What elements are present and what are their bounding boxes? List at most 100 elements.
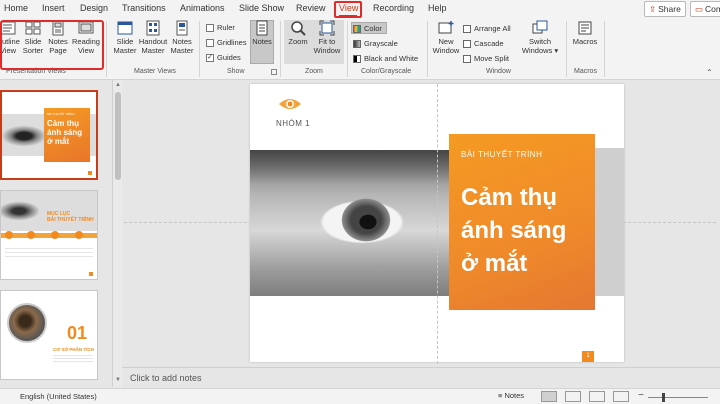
arrange-all-icon	[463, 24, 471, 33]
thumb3-subtitle: CƠ SỞ PHÂN TÍCH	[53, 347, 94, 352]
scrollbar-thumb[interactable]	[115, 92, 121, 180]
slideshow-view-icon[interactable]	[613, 391, 629, 402]
title-box[interactable]: BÀI THUYẾT TRÌNH Cảm thụ ánh sáng ở mắt	[449, 134, 595, 310]
notes-master-button[interactable]: Notes Master	[169, 20, 195, 55]
move-split-label: Move Split	[474, 54, 510, 63]
share-button[interactable]: ⇪ Share	[644, 1, 686, 17]
guides-check-box[interactable]: ✓	[206, 53, 214, 62]
ruler-check-box[interactable]	[206, 23, 214, 32]
notes-pane[interactable]: Click to add notes	[122, 367, 720, 387]
grayscale-label: Grayscale	[364, 39, 398, 48]
thumb1-title: Cảm thụ ánh sáng ở mắt	[47, 119, 83, 146]
slide-sorter-view-icon[interactable]	[565, 391, 581, 402]
tab-insert[interactable]: Insert	[42, 3, 65, 13]
guides-checkbox[interactable]: ✓ Guides	[206, 53, 241, 62]
color-label: Color	[364, 24, 382, 33]
thumbnails-scrollbar[interactable]: ▲ ▼	[112, 80, 122, 387]
gray-band	[595, 148, 624, 296]
switch-windows-button[interactable]: Switch Windows ▾	[520, 20, 560, 55]
tab-animations[interactable]: Animations	[180, 3, 225, 13]
color-grayscale-group-label: Color/Grayscale	[361, 68, 412, 75]
macros-label: Macros	[572, 37, 598, 46]
black-white-icon	[353, 54, 361, 63]
thumb3-section-number: 01	[67, 323, 88, 343]
magnifier-icon	[291, 21, 306, 36]
ribbon-tabs: Home Insert Design Transitions Animation…	[0, 0, 720, 18]
notes-toggle-button[interactable]: Notes	[250, 20, 274, 47]
thumb1-page-marker	[88, 171, 92, 175]
tab-home[interactable]: Home	[4, 3, 28, 13]
tab-review[interactable]: Review	[296, 3, 326, 13]
group-name[interactable]: NHÓM 1	[276, 119, 310, 128]
gridlines-label: Gridlines	[217, 38, 247, 47]
ribbon-separator	[566, 21, 567, 77]
color-icon	[353, 24, 361, 33]
thumbnail-slide-1[interactable]: BÀI THUYẾT TRÌNH Cảm thụ ánh sáng ở mắt	[0, 90, 98, 180]
scroll-down-icon[interactable]: ▼	[115, 377, 121, 383]
master-views-group-label: Master Views	[134, 68, 176, 75]
color-button[interactable]: Color	[353, 24, 382, 33]
slide-page-number-box: 1	[582, 351, 594, 362]
macros-group-label: Macros	[574, 68, 597, 75]
ribbon-separator	[347, 21, 348, 77]
zoom-out-icon[interactable]: −	[638, 390, 644, 401]
tab-transitions[interactable]: Transitions	[122, 3, 166, 13]
zoom-button[interactable]: Zoom	[285, 20, 311, 47]
tab-design[interactable]: Design	[80, 3, 108, 13]
zoom-slider-knob[interactable]	[662, 393, 665, 402]
switch-windows-icon	[532, 20, 548, 34]
black-and-white-button[interactable]: Black and White	[353, 54, 418, 63]
notes-placeholder[interactable]: Click to add notes	[130, 373, 202, 383]
ribbon-separator	[199, 21, 200, 77]
tab-recording[interactable]: Recording	[373, 3, 414, 13]
fit-to-window-button[interactable]: Fit to Window	[311, 20, 343, 55]
thumb2-circle-3	[51, 231, 59, 239]
eye-logo-icon	[279, 99, 301, 109]
zoom-group-label: Zoom	[305, 68, 323, 75]
gridlines-checkbox[interactable]: Gridlines	[206, 38, 247, 47]
ruler-checkbox[interactable]: Ruler	[206, 23, 235, 32]
grayscale-icon	[353, 39, 361, 48]
show-dialog-launcher-icon[interactable]	[271, 69, 277, 75]
comments-button[interactable]: ▭ Com	[690, 1, 720, 17]
arrange-all-button[interactable]: Arrange All	[463, 24, 511, 33]
eye-lid-shadow	[250, 150, 450, 184]
move-split-button[interactable]: Move Split	[463, 54, 509, 63]
cascade-label: Cascade	[474, 39, 504, 48]
scroll-up-icon[interactable]: ▲	[115, 82, 121, 88]
status-notes-label: Notes	[504, 391, 525, 400]
ruler-label: Ruler	[217, 23, 235, 32]
thumbnail-slide-3[interactable]: 01 CƠ SỞ PHÂN TÍCH	[0, 290, 98, 380]
fit-label-2: Window	[313, 45, 341, 55]
ribbon-separator	[604, 21, 605, 77]
thumb3-photo-circle	[7, 303, 47, 343]
guides-label: Guides	[217, 53, 241, 62]
handout-master-button[interactable]: Handout Master	[138, 20, 168, 55]
tab-slide-show[interactable]: Slide Show	[239, 3, 284, 13]
thumbnail-slide-2[interactable]: MỤC LỤC BÀI THUYẾT TRÌNH	[0, 190, 98, 280]
tab-help[interactable]: Help	[428, 3, 447, 13]
show-group-label: Show	[227, 68, 245, 75]
thumb2-page-marker	[89, 272, 93, 276]
ribbon-separator	[427, 21, 428, 77]
vertical-guide[interactable]	[437, 84, 438, 364]
reading-view-icon[interactable]	[589, 391, 605, 402]
new-window-button[interactable]: New Window	[430, 20, 462, 55]
ribbon-separator	[106, 21, 107, 77]
normal-view-icon[interactable]	[541, 391, 557, 402]
slide-master-button[interactable]: Slide Master	[112, 20, 138, 55]
zoom-slider[interactable]	[648, 397, 708, 398]
slide-kicker: BÀI THUYẾT TRÌNH	[461, 150, 543, 159]
thumb3-text-lines	[53, 353, 93, 363]
comment-icon: ▭	[695, 4, 704, 14]
grayscale-button[interactable]: Grayscale	[353, 39, 398, 48]
collapse-ribbon-icon[interactable]: ⌃	[706, 68, 713, 77]
status-notes-button[interactable]: ≡ Notes	[498, 391, 524, 400]
macros-button[interactable]: Macros	[570, 20, 600, 47]
gridlines-check-box[interactable]	[206, 38, 214, 47]
thumb2-circle-4	[75, 231, 83, 239]
cascade-button[interactable]: Cascade	[463, 39, 504, 48]
language-indicator[interactable]: English (United States)	[20, 392, 97, 401]
window-group-label: Window	[486, 68, 511, 75]
slide-title-line-2: ánh sáng	[461, 217, 567, 244]
